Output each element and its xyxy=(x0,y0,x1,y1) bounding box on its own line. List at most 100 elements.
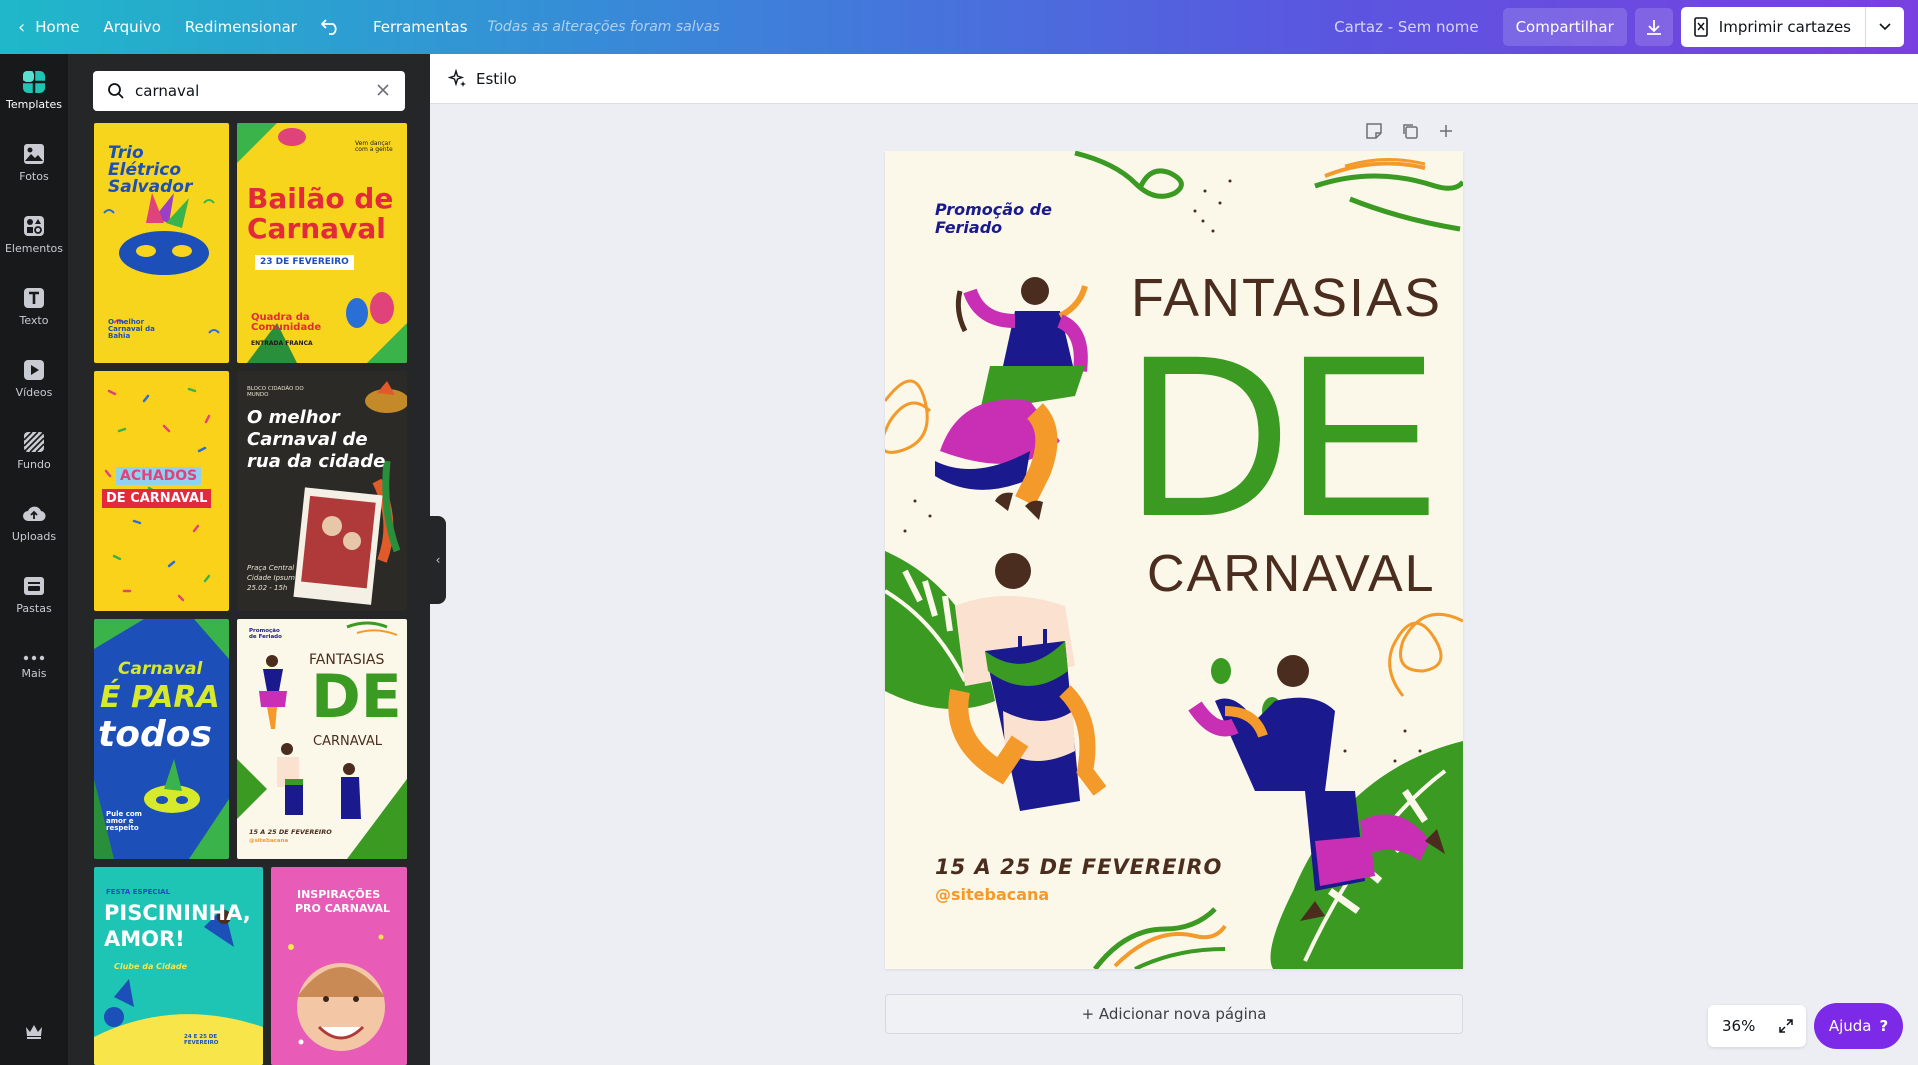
rail-label: Templates xyxy=(6,97,62,111)
print-posters-button[interactable]: Imprimir cartazes xyxy=(1680,7,1904,47)
thumb-caption: 15 A 25 DE FEVEREIRO xyxy=(249,828,332,836)
thumb-title: ACHADOS xyxy=(116,467,202,485)
thumb-caption: FESTA ESPECIAL xyxy=(106,888,171,896)
text-icon xyxy=(24,287,44,308)
rail-label: Uploads xyxy=(11,529,57,543)
template-thumbnail[interactable]: Carnaval É PARA todos Pule com amor e re… xyxy=(94,619,229,859)
duplicate-page-icon[interactable] xyxy=(1401,122,1419,140)
thumb-caption: Vem dançar com a gente xyxy=(355,140,393,153)
document-name[interactable]: Cartaz - Sem nome xyxy=(1334,18,1478,36)
rail-more[interactable]: Mais xyxy=(0,630,68,702)
thumb-caption: BLOCO CIDADÃO DO MUNDO xyxy=(247,386,304,398)
templates-panel: Trio Elétrico Salvador O melhor Carnaval… xyxy=(68,54,430,1065)
chevron-down-icon xyxy=(1879,23,1891,31)
thumb-title: Bailão de xyxy=(247,182,394,215)
rail-text[interactable]: Texto xyxy=(0,270,68,342)
more-icon xyxy=(23,655,45,660)
thumb-title: rua da cidade xyxy=(247,451,386,472)
thumb-caption: Praça Central xyxy=(247,564,295,572)
thumb-caption: Quadra da Comunidade xyxy=(251,312,322,333)
top-bar: ‹ Home Arquivo Redimensionar Ferramentas… xyxy=(0,0,1918,54)
thumb-title: Salvador xyxy=(108,177,193,197)
premium-crown-button[interactable] xyxy=(24,1023,44,1043)
poster-promo-line[interactable]: Feriado xyxy=(935,220,1002,236)
poster-dates[interactable]: 15 A 25 DE FEVEREIRO xyxy=(935,857,1222,878)
poster-title-de[interactable]: DE xyxy=(1125,321,1439,551)
poster-canvas[interactable]: Promoção de Feriado FANTASIAS DE CARNAVA… xyxy=(885,151,1463,969)
print-main[interactable]: Imprimir cartazes xyxy=(1681,7,1866,47)
style-label: Estilo xyxy=(476,69,517,88)
zoom-level[interactable]: 36% xyxy=(1722,1017,1755,1035)
rail-background[interactable]: Fundo xyxy=(0,414,68,486)
thumb-caption: Clube da Cidade xyxy=(114,962,188,971)
poster-promo-line[interactable]: Promoção de xyxy=(935,202,1052,218)
chevron-left-icon: ‹ xyxy=(18,16,26,38)
question-mark-icon: ? xyxy=(1879,1017,1889,1035)
help-button[interactable]: Ajuda ? xyxy=(1814,1003,1903,1049)
crown-icon xyxy=(26,1025,42,1039)
search-input[interactable] xyxy=(135,82,365,100)
add-new-page-button[interactable]: + Adicionar nova página xyxy=(885,994,1463,1034)
rail-templates[interactable]: Templates xyxy=(0,54,68,126)
thumb-title: Carnaval xyxy=(247,212,386,245)
thumb-date: 23 DE FEVEREIRO xyxy=(255,255,354,270)
folders-icon xyxy=(24,576,44,595)
thumb-title: CARNAVAL xyxy=(313,734,382,749)
template-thumbnail[interactable]: FESTA ESPECIAL PISCININHA, AMOR! Clube d… xyxy=(94,867,263,1065)
add-page-icon[interactable] xyxy=(1437,122,1455,140)
style-button[interactable]: Estilo xyxy=(448,68,517,89)
search-icon xyxy=(108,83,124,99)
poster-title-carnaval[interactable]: CARNAVAL xyxy=(1147,548,1436,600)
template-thumbnail[interactable]: Trio Elétrico Salvador O melhor Carnaval… xyxy=(94,123,229,363)
template-thumbnail[interactable]: ACHADOS DE CARNAVAL xyxy=(94,371,229,611)
page-notes-icon[interactable] xyxy=(1365,122,1383,140)
rail-label: Vídeos xyxy=(15,385,53,399)
rail-photos[interactable]: Fotos xyxy=(0,126,68,198)
thumb-caption: 25.02 - 15h xyxy=(247,584,288,592)
print-label: Imprimir cartazes xyxy=(1718,18,1851,36)
print-options-dropdown[interactable] xyxy=(1866,7,1904,47)
thumb-title: AMOR! xyxy=(104,927,185,951)
template-thumbnail[interactable]: Vem dançar com a gente Bailão de Carnava… xyxy=(237,123,407,363)
download-button[interactable] xyxy=(1634,8,1673,46)
background-icon xyxy=(23,430,45,453)
rail-folders[interactable]: Pastas xyxy=(0,558,68,630)
home-button[interactable]: ‹ Home xyxy=(0,0,92,54)
thumb-title: PRO CARNAVAL xyxy=(295,902,391,915)
thumb-title: todos xyxy=(98,714,212,755)
share-button[interactable]: Compartilhar xyxy=(1502,8,1627,46)
undo-button[interactable] xyxy=(309,0,353,54)
file-menu[interactable]: Arquivo xyxy=(92,0,173,54)
rail-uploads[interactable]: Uploads xyxy=(0,486,68,558)
thumb-title: DE xyxy=(311,662,402,732)
poster-handle[interactable]: @sitebacana xyxy=(935,887,1049,903)
rail-videos[interactable]: Vídeos xyxy=(0,342,68,414)
chevron-left-icon: ‹ xyxy=(435,553,441,567)
sparkle-icon xyxy=(448,68,466,87)
resize-menu[interactable]: Redimensionar xyxy=(173,0,309,54)
template-thumbnail[interactable]: BLOCO CIDADÃO DO MUNDO O melhor Carnaval… xyxy=(237,371,407,611)
thumb-title: O melhor xyxy=(247,407,340,428)
clear-search-icon[interactable] xyxy=(375,82,391,98)
rail-label: Fotos xyxy=(19,169,49,183)
rail-elements[interactable]: Elementos xyxy=(0,198,68,270)
download-icon xyxy=(1646,20,1661,35)
thumb-title: Carnaval xyxy=(118,659,203,679)
thumb-title: INSPIRAÇÕES xyxy=(297,888,381,901)
thumb-caption: @sitebacana xyxy=(249,838,289,844)
collapse-panel-button[interactable]: ‹ xyxy=(430,516,446,604)
zoom-control[interactable]: 36% xyxy=(1708,1005,1806,1047)
tools-menu[interactable]: Ferramentas xyxy=(361,0,480,54)
help-label: Ajuda xyxy=(1828,1017,1872,1035)
template-thumbnail[interactable]: INSPIRAÇÕES PRO CARNAVAL xyxy=(271,867,407,1065)
thumb-title: PISCININHA, xyxy=(104,901,251,925)
template-thumbnail[interactable]: Promoção de Feriado FANTASIAS DE CARNAVA… xyxy=(237,619,407,859)
thumb-caption: 24 E 25 DE FEVEREIRO xyxy=(184,1034,219,1046)
search-box[interactable] xyxy=(93,71,405,111)
fullscreen-icon[interactable] xyxy=(1778,1018,1794,1034)
thumb-caption: ENTRADA FRANCA xyxy=(251,340,313,347)
editor-toolbar: Estilo xyxy=(430,54,1918,104)
thumb-title: É PARA xyxy=(100,680,220,715)
thumb-caption: Cidade Ipsum xyxy=(247,574,295,582)
home-label: Home xyxy=(35,18,80,36)
